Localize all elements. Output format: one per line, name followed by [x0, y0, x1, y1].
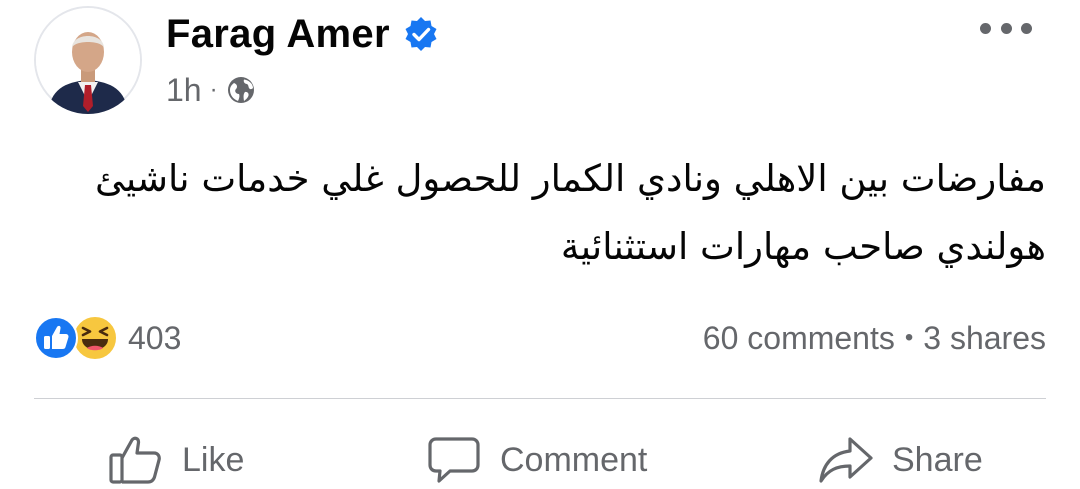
- more-options-icon[interactable]: [980, 12, 1032, 44]
- avatar[interactable]: [34, 6, 142, 114]
- comment-bubble-icon: [428, 437, 480, 483]
- verified-badge-icon: [405, 17, 437, 51]
- shares-count[interactable]: 3 shares: [923, 320, 1046, 357]
- more-dot: [1021, 22, 1032, 34]
- more-dot: [980, 22, 991, 34]
- divider: [34, 398, 1046, 399]
- avatar-image: [36, 8, 140, 114]
- globe-icon: [227, 77, 254, 103]
- post-stats: 60 comments • 3 shares: [703, 314, 1046, 362]
- share-arrow-icon: [819, 437, 873, 483]
- reaction-count: 403: [128, 319, 182, 356]
- meta-separator: ·: [209, 76, 218, 103]
- reactions-summary[interactable]: 403: [34, 314, 181, 362]
- author-name[interactable]: Farag Amer: [166, 8, 390, 60]
- facebook-post: Farag Amer 1h · مفارضات بين الاهلي ونادي…: [0, 0, 1080, 489]
- comment-button[interactable]: Comment: [426, 430, 647, 489]
- thumbs-up-icon: [109, 436, 161, 484]
- share-button-label: Share: [892, 440, 983, 479]
- post-meta: 1h ·: [166, 70, 256, 110]
- post-text-line: هولندي صاحب مهارات استثنائية: [560, 225, 1046, 268]
- post-time[interactable]: 1h: [166, 72, 202, 109]
- like-button-label: Like: [182, 440, 245, 479]
- post-text-line: مفارضات بين الاهلي ونادي الكمار للحصول غ…: [94, 157, 1046, 200]
- comments-count[interactable]: 60 comments: [703, 320, 895, 357]
- share-button[interactable]: Share: [818, 430, 983, 489]
- comment-button-label: Comment: [500, 440, 648, 479]
- like-reaction-icon: [34, 316, 78, 360]
- haha-reaction-icon: [72, 315, 118, 361]
- post-text: مفارضات بين الاهلي ونادي الكمار للحصول غ…: [40, 145, 1046, 281]
- stats-separator: •: [904, 324, 914, 351]
- like-button[interactable]: Like: [108, 430, 244, 489]
- more-dot: [1000, 22, 1012, 34]
